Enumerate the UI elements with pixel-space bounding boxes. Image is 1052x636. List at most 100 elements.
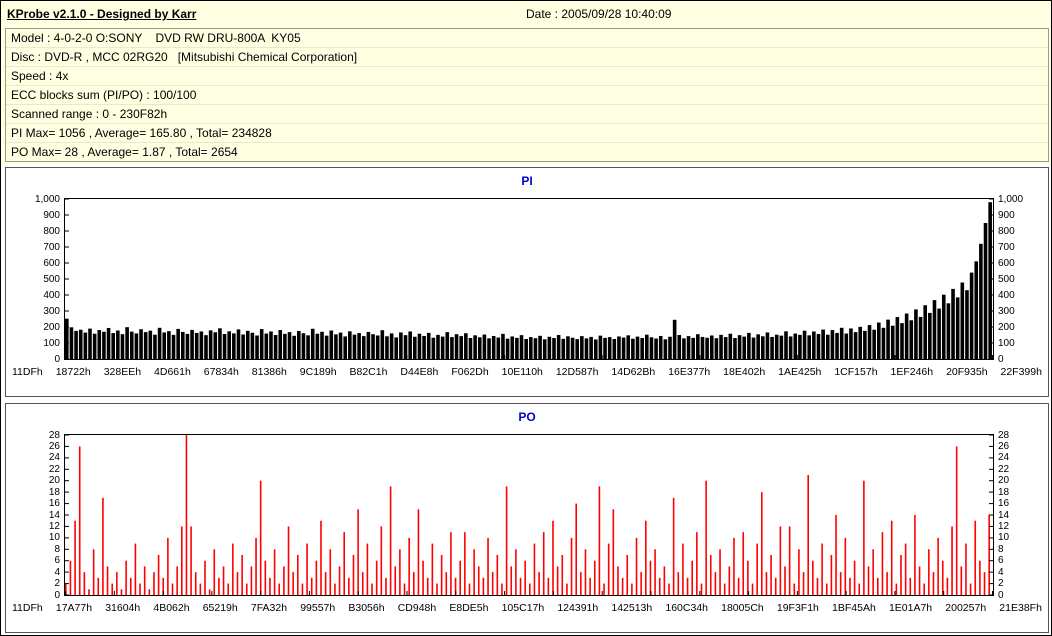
pi-x-tick-label: 1AE425h <box>778 366 822 378</box>
po-x-tick-label: 18005Ch <box>721 602 764 614</box>
pi-chart-title: PI <box>521 174 533 188</box>
pi-x-tick-label: 81386h <box>251 366 287 378</box>
pi-x-tick-label: F062Dh <box>451 366 489 378</box>
po-y-tick-label-left: 4 <box>54 566 60 578</box>
po-y-tick-label-right: 10 <box>998 532 1010 544</box>
info-row-ecc: ECC blocks sum (PI/PO) : 100/100 <box>6 86 1048 105</box>
po-x-tick-label: 19F3F1h <box>776 602 819 614</box>
po-y-tick-label-right: 24 <box>998 452 1010 464</box>
pi-x-tick-label: 18E402h <box>723 366 766 378</box>
po-y-tick-label-left: 24 <box>48 452 60 464</box>
po-y-tick-label-left: 28 <box>48 429 60 441</box>
po-plot-area <box>64 434 994 596</box>
pi-x-tick-label: 10E110h <box>501 366 543 378</box>
pi-x-tick-label: 4D661h <box>154 366 191 378</box>
pi-y-tick-label-left: 300 <box>43 305 60 317</box>
pi-y-tick-label-right: 400 <box>998 289 1015 301</box>
po-x-tick-label: 99557h <box>300 602 336 614</box>
pi-x-tick-label: 67834h <box>203 366 239 378</box>
po-y-tick-label-right: 18 <box>998 486 1010 498</box>
pi-x-tick-label: D44E8h <box>400 366 439 378</box>
po-x-tick-label: 160C34h <box>665 602 708 614</box>
pi-y-tick-label-left: 500 <box>43 273 60 285</box>
po-y-tick-label-right: 6 <box>998 555 1004 567</box>
pi-y-tick-label-right: 600 <box>998 257 1015 269</box>
pi-x-tick-label: 20F935h <box>946 366 988 378</box>
pi-y-tick-label-left: 900 <box>43 209 60 221</box>
pi-chart-panel: PI 11DFh 18722h 328EEh 4D661h 67834h 81386h 9C… <box>5 167 1049 397</box>
pi-y-tick-label-left: 400 <box>43 289 60 301</box>
pi-x-tick-label: 9C189h <box>299 366 337 378</box>
pi-y-tick-label-left: 1,000 <box>34 193 60 205</box>
pi-y-tick-label-left: 200 <box>43 321 60 333</box>
po-y-tick-label-left: 20 <box>48 475 60 487</box>
info-row-model: Model : 4-0-2-0 O:SONY DVD RW DRU-800A K… <box>6 29 1048 48</box>
pi-y-tick-label-right: 900 <box>998 209 1015 221</box>
info-row-disc: Disc : DVD-R , MCC 02RG20 [Mitsubishi Ch… <box>6 48 1048 67</box>
pi-x-tick-label: 11DFh <box>12 366 43 378</box>
info-row-po-stats: PO Max= 28 , Average= 1.87 , Total= 2654 <box>11 145 238 159</box>
pi-x-axis-labels: 11DFh 18722h 328EEh 4D661h 67834h 81386h 9C189… <box>12 366 1042 378</box>
po-chart-title: PO <box>518 410 536 424</box>
po-y-tick-label-right: 2 <box>998 578 1004 590</box>
pi-x-tick-label: 16E377h <box>668 366 711 378</box>
po-y-tick-label-left: 0 <box>54 589 60 601</box>
po-y-tick-label-right: 12 <box>998 520 1010 532</box>
pi-y-tick-label-left: 0 <box>54 353 60 365</box>
po-y-tick-label-right: 22 <box>998 463 1010 475</box>
app-title: KProbe v2.1.0 - Designed by Karr <box>7 7 197 21</box>
po-y-tick-label-left: 16 <box>48 498 60 510</box>
pi-y-tick-label-left: 800 <box>43 225 60 237</box>
po-y-tick-label-right: 14 <box>998 509 1010 521</box>
pi-y-tick-label-right: 0 <box>998 353 1004 365</box>
pi-x-tick-label: 1CF157h <box>834 366 878 378</box>
po-x-tick-label: 65219h <box>202 602 238 614</box>
po-x-tick-label: 105C17h <box>501 602 545 614</box>
header-region: KProbe v2.1.0 - Designed by Karr Date : … <box>1 1 1051 164</box>
po-x-tick-label: 124391h <box>557 602 599 614</box>
po-x-tick-label: 4B062h <box>153 602 190 614</box>
pi-x-tick-label: 328EEh <box>103 366 142 378</box>
pi-y-tick-label-right: 100 <box>998 337 1015 349</box>
pi-x-tick-label: B82C1h <box>349 366 388 378</box>
pi-x-tick-label: 18722h <box>55 366 91 378</box>
pi-x-tick-label: 22F399h <box>1000 366 1042 378</box>
info-row-range: Scanned range : 0 - 230F82h <box>6 105 1048 124</box>
po-x-tick-label: E8DE5h <box>449 602 489 614</box>
po-y-tick-label-left: 10 <box>48 532 60 544</box>
po-x-tick-label: CD948h <box>397 602 437 614</box>
scan-date: Date : 2005/09/28 10:40:09 <box>526 7 672 21</box>
pi-y-tick-label-left: 100 <box>43 337 60 349</box>
po-x-tick-label: 21E38Fh <box>999 602 1042 614</box>
pi-bars <box>65 198 993 360</box>
po-x-tick-label: 11DFh <box>12 602 43 614</box>
po-x-tick-label: 31604h <box>105 602 141 614</box>
po-x-tick-label: 1BF45Ah <box>832 602 876 614</box>
pi-x-tick-label: 14D62Bh <box>611 366 656 378</box>
po-x-tick-label: 7FA32h <box>250 602 288 614</box>
po-y-tick-label-left: 26 <box>48 440 60 452</box>
pi-x-tick-label: 1EF246h <box>890 366 934 378</box>
po-x-tick-label: B3056h <box>348 602 385 614</box>
pi-y-tick-label-right: 500 <box>998 273 1015 285</box>
po-y-tick-label-right: 20 <box>998 475 1010 487</box>
pi-y-tick-label-right: 300 <box>998 305 1015 317</box>
po-y-tick-label-left: 18 <box>48 486 60 498</box>
po-bars <box>65 434 993 596</box>
po-y-tick-label-left: 14 <box>48 509 60 521</box>
pi-y-tick-label-left: 600 <box>43 257 60 269</box>
pi-y-tick-label-right: 700 <box>998 241 1015 253</box>
po-x-tick-label: 1E01A7h <box>888 602 933 614</box>
pi-y-tick-label-right: 1,000 <box>998 193 1024 205</box>
po-x-tick-label: 142513h <box>611 602 653 614</box>
po-y-tick-label-right: 8 <box>998 543 1004 555</box>
po-y-tick-label-left: 6 <box>54 555 60 567</box>
pi-y-tick-label-right: 800 <box>998 225 1015 237</box>
po-y-tick-label-right: 28 <box>998 429 1010 441</box>
po-chart-panel: PO 11DFh 17A77h 31604h 4B062h 65219h 7FA32h 99… <box>5 403 1049 633</box>
info-row-speed: Speed : 4x <box>6 67 1048 86</box>
pi-x-tick-label: 12D587h <box>555 366 599 378</box>
po-y-tick-label-right: 26 <box>998 440 1010 452</box>
po-y-tick-label-left: 22 <box>48 463 60 475</box>
pi-y-tick-label-right: 200 <box>998 321 1015 333</box>
